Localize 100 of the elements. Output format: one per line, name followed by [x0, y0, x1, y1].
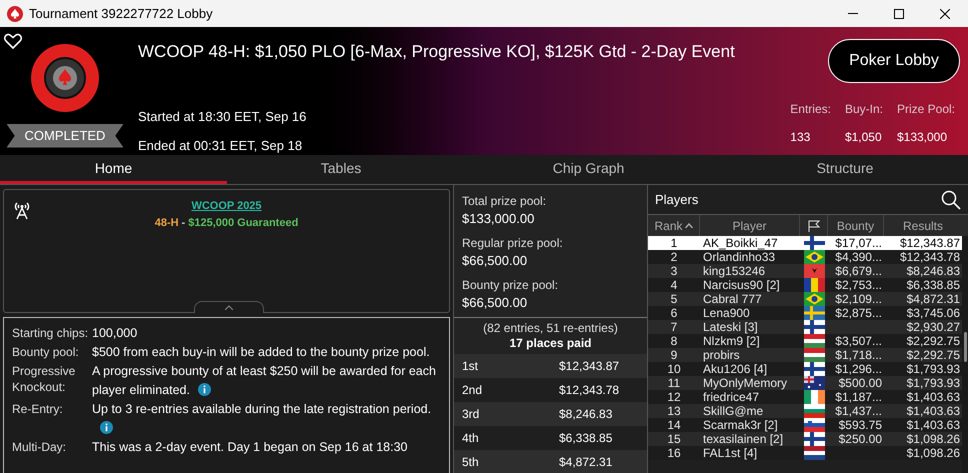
rank-cell-text: 1 [670, 236, 678, 250]
player-name: FAL1st [4] [702, 446, 758, 460]
flag-icon [804, 348, 824, 362]
tab[interactable]: Structure [722, 155, 968, 184]
search-icon[interactable] [941, 190, 961, 210]
detail-value: A progressive bounty of at least $250 will be awarded for each player eliminated. [92, 363, 437, 399]
window-title: Tournament 3922277722 Lobby [29, 4, 213, 23]
bounty-cell-text: $2,875... [834, 306, 883, 320]
guarantee-text: $125,000 Guaranteed [188, 216, 298, 230]
player-row[interactable]: 5 Cabral 777 $2,109... $4,872.31 [648, 292, 962, 306]
player-name: king153246 [702, 264, 766, 278]
detail-label: Progressive Knockout: [12, 363, 76, 396]
maximize-icon [894, 8, 904, 18]
heart-icon[interactable] [4, 33, 22, 49]
flag-column-icon[interactable] [808, 220, 820, 232]
player-name: SkillG@me [702, 404, 764, 418]
flag-icon [804, 320, 824, 334]
player-name: Lena900 [702, 306, 751, 320]
rank-cell-text: 6 [670, 306, 678, 320]
pool-value: $66,500.00 [462, 294, 528, 311]
detail-value: Up to 3 re-entries available during the late registration period. [92, 400, 441, 438]
results-cell-text: $12,343.87 [898, 236, 961, 250]
start-time: Started at 18:30 EET, Sep 16 [138, 108, 308, 126]
detail-label: Starting chips: [12, 325, 90, 342]
rank-cell-text: 14 [666, 418, 682, 432]
bounty-cell-text: $250.00 [838, 432, 883, 446]
results-cell-text: $1,403.63 [906, 418, 961, 432]
player-row[interactable]: 15 texasilainen [2] $250.00 $1,098.26 [648, 432, 962, 446]
scrollbar[interactable] [962, 236, 968, 473]
info-icon[interactable] [198, 383, 211, 396]
player-row[interactable]: 9 probirs $1,718... $2,292.75 [648, 348, 962, 362]
series-link[interactable]: WCOOP 2025 [191, 198, 262, 214]
bounty-cell-text: $2,753... [834, 278, 883, 292]
bounty-cell-text: $2,109... [834, 292, 883, 306]
player-row[interactable]: 3 king153246 $6,679... $8,246.83 [648, 264, 962, 278]
places-paid: 17 places paid [509, 336, 592, 351]
detail-label: Bounty pool: [12, 344, 80, 361]
stat-label: Entries: [790, 101, 831, 118]
place-text: 4th [462, 430, 480, 447]
results-cell-text: $1,793.93 [906, 362, 961, 376]
flag-icon [804, 334, 824, 348]
stat-value: $1,050 [844, 129, 883, 146]
place-text: 5th [462, 454, 480, 471]
player-name: probirs [702, 348, 741, 362]
rank-cell-text: 3 [670, 264, 678, 278]
flag-icon [804, 236, 824, 250]
event-code: 48-H [154, 216, 179, 230]
player-row[interactable]: 7 Lateski [3] $2,930.27 [648, 320, 962, 334]
antenna-icon [13, 200, 31, 220]
player-row[interactable]: 13 SkillG@me $1,437... $1,403.63 [648, 404, 962, 418]
detail-value: This was a 2-day event. Day 1 began on Sep 16 at 18:30 [92, 439, 408, 456]
player-name: Cabral 777 [702, 292, 763, 306]
pool-value: $133,000.00 [462, 210, 536, 227]
player-name: Aku1206 [4] [702, 362, 768, 376]
flag-icon [804, 250, 824, 264]
results-cell-text: $1,403.63 [906, 390, 961, 404]
rank-cell-text: 8 [670, 334, 678, 348]
flag-icon [804, 376, 824, 390]
player-name: texasilainen [2] [702, 432, 784, 446]
poker-lobby-button[interactable]: Poker Lobby [828, 39, 960, 83]
bounty-cell-text: $3,507... [834, 334, 883, 348]
flag-icon [804, 264, 824, 278]
entries-note: (82 entries, 51 re-entries) [483, 321, 618, 336]
flag-icon [804, 362, 824, 376]
bounty-cell-text: $1,718... [834, 348, 883, 362]
tab[interactable]: Tables [227, 155, 455, 184]
rank-cell-text: 5 [670, 292, 678, 306]
stat-label: Prize Pool: [896, 101, 955, 118]
pool-label: Bounty prize pool: [462, 277, 560, 294]
player-row[interactable]: 1 AK_Boikki_47 $17,07... $12,343.87 [648, 236, 962, 250]
end-time: Ended at 00:31 EET, Sep 18 [138, 137, 304, 155]
payout-amount: $8,246.83 [559, 406, 612, 423]
stat-label: Buy-In: [844, 101, 883, 118]
spade-logo-icon [7, 6, 23, 22]
bounty-cell-text: $4,390... [834, 250, 883, 264]
player-name: Lateski [3] [702, 320, 759, 334]
payout-amount: $12,343.87 [559, 358, 620, 375]
tab[interactable]: Home [0, 155, 227, 184]
separator-text: - [182, 216, 186, 230]
player-name: Nlzkm9 [2] [702, 334, 761, 348]
detail-value: 100,000 [92, 325, 138, 342]
player-name: Scarmak3r [2] [702, 418, 779, 432]
player-name: Narcisus90 [2] [702, 278, 781, 292]
detail-label: Re-Entry: [12, 401, 64, 418]
info-icon[interactable] [100, 421, 113, 434]
player-row[interactable]: 11 MyOnlyMemory $500.00 $1,793.93 [648, 376, 962, 390]
rank-cell-text: 7 [670, 320, 678, 334]
detail-value: $500 from each buy-in will be added to the bounty prize pool. [92, 344, 431, 361]
results-cell-text: $1,098.26 [906, 432, 961, 446]
bounty-cell-text: $1,187... [834, 390, 883, 404]
pool-label: Regular prize pool: [462, 235, 564, 252]
tab[interactable]: Chip Graph [455, 155, 722, 184]
bounty-cell-text: $6,679... [834, 264, 883, 278]
column-header[interactable]: Results [884, 215, 962, 236]
results-cell-text: $2,292.75 [906, 348, 961, 362]
flag-icon [804, 418, 824, 432]
payout-amount: $6,338.85 [559, 430, 612, 447]
flag-icon [804, 404, 824, 418]
place-text: 3rd [462, 406, 480, 423]
rank-cell-text: 10 [666, 362, 682, 376]
